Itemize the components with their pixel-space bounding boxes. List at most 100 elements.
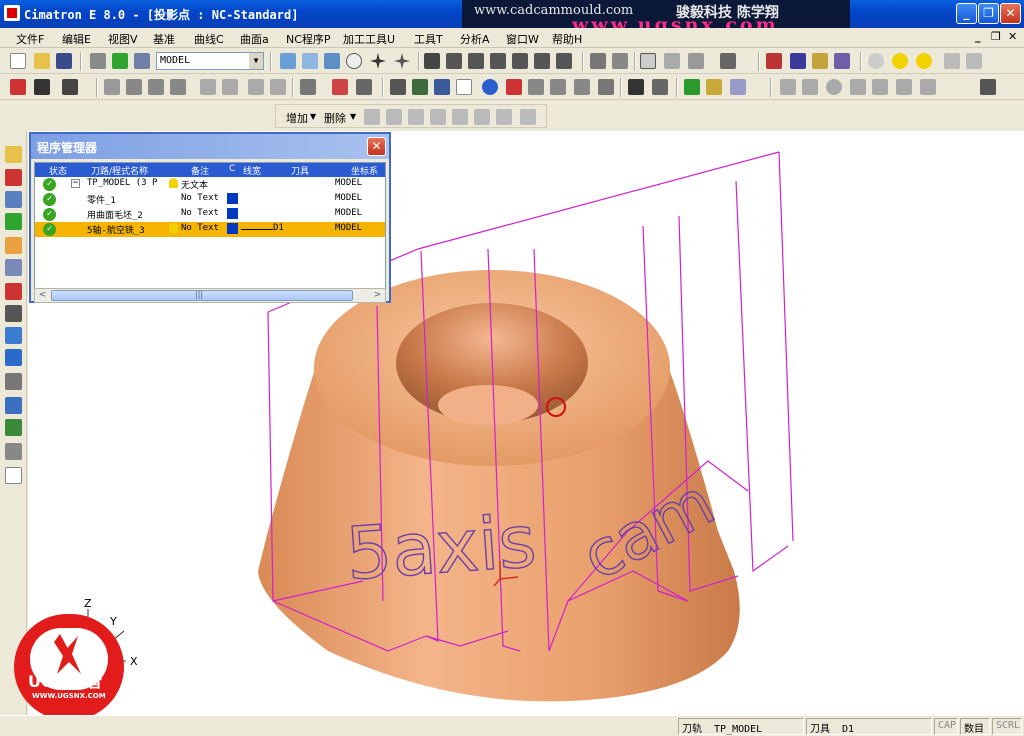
select-region-icon[interactable] [270,79,286,95]
view-bottom-icon[interactable] [534,53,550,69]
add-dropdown[interactable]: 增加 [286,110,308,126]
execute-icon[interactable] [430,109,446,125]
scroll-right-icon[interactable]: > [370,289,385,302]
menu-tools[interactable]: 工具T [414,31,443,47]
menu-machining-tools[interactable]: 加工工具U [343,31,395,47]
hide-icon[interactable] [356,79,372,95]
open-folder-icon[interactable] [34,53,50,69]
delete-dropdown[interactable]: 删除 [324,110,346,126]
trim-icon[interactable] [896,79,912,95]
line-icon[interactable] [780,79,796,95]
column-coord[interactable]: 坐标系 [351,164,378,177]
sketch-icon[interactable] [628,79,644,95]
forward-arrow-icon[interactable] [966,53,982,69]
machine-icon[interactable] [5,373,22,390]
view-left-icon[interactable] [512,53,528,69]
post-icon[interactable] [5,419,22,436]
info-icon[interactable] [482,79,498,95]
group-icon[interactable] [550,79,566,95]
set-manager-icon[interactable] [134,53,150,69]
tree-row-5axis-procedure[interactable]: ✓ 5轴-航空铣_3 No Text D1 MODEL [35,222,385,237]
ungroup-icon[interactable] [574,79,590,95]
spline-icon[interactable] [872,79,888,95]
window-cascade-icon[interactable] [790,53,806,69]
color-swatch[interactable] [227,193,238,204]
revolve-icon[interactable] [730,79,746,95]
menu-file[interactable]: 文件F [16,31,44,47]
color-swatch[interactable] [227,223,238,234]
light-on-icon[interactable] [892,53,908,69]
horizontal-scrollbar[interactable]: < ||| > [34,288,386,303]
menu-nc-program[interactable]: NC程序P [286,31,331,47]
anchor-icon[interactable] [980,79,996,95]
view-top-icon[interactable] [446,53,462,69]
view-iso-icon[interactable] [424,53,440,69]
view-dropdown-icon[interactable] [720,53,736,69]
select-points-icon[interactable] [200,79,216,95]
mdi-minimize-button[interactable]: _ [975,30,981,43]
back-arrow-icon[interactable] [944,53,960,69]
chevron-down-icon[interactable]: ▼ [350,112,356,121]
copy-procedure-icon[interactable] [386,109,402,125]
column-color[interactable]: C [229,164,235,174]
select-curves-icon[interactable] [170,79,186,95]
tree-collapse-toggle[interactable]: − [71,179,80,188]
stop-icon[interactable] [452,109,468,125]
procedure-icon[interactable] [364,109,380,125]
menu-edit[interactable]: 编辑E [62,31,91,47]
zoom-dynamic-icon[interactable] [324,53,340,69]
tree-row-part[interactable]: ✓ 零件_1 No Text MODEL [35,192,385,207]
mdi-close-button[interactable]: ✕ [1008,30,1017,43]
render-icon[interactable] [590,53,606,69]
menu-datum[interactable]: 基准 [153,31,175,47]
scroll-left-icon[interactable]: < [35,289,50,302]
pick-icon[interactable] [10,79,26,95]
run-icon[interactable] [5,305,22,322]
deselect-icon[interactable] [34,79,50,95]
post-process-icon[interactable] [496,109,512,125]
set-icon[interactable] [90,53,106,69]
rotate-icon[interactable] [394,53,410,69]
window-arrange-icon[interactable] [812,53,828,69]
simulation-icon[interactable] [5,349,22,366]
document-icon[interactable] [456,79,472,95]
menu-curve[interactable]: 曲线C [194,31,224,47]
simulate-icon[interactable] [474,109,490,125]
save-icon[interactable] [56,53,72,69]
shaded-edges-icon[interactable] [688,53,704,69]
restore-button[interactable]: ❐ [978,3,999,24]
select-loop-icon[interactable] [248,79,264,95]
window-new-icon[interactable] [834,53,850,69]
part-icon[interactable] [5,191,22,208]
select-edges-icon[interactable] [148,79,164,95]
templates-icon[interactable] [5,397,22,414]
curve-tool-icon[interactable] [652,79,668,95]
show-icon[interactable] [332,79,348,95]
extrude-icon[interactable] [706,79,722,95]
display-mode-icon[interactable] [612,53,628,69]
light-off-icon[interactable] [868,53,884,69]
blank-icon[interactable] [300,79,316,95]
program-manager-close-button[interactable]: ✕ [367,137,386,156]
close-button[interactable]: ✕ [1000,3,1021,24]
menu-view[interactable]: 视图V [108,31,138,47]
view-front-icon[interactable] [468,53,484,69]
view-back-icon[interactable] [556,53,572,69]
chevron-down-icon[interactable]: ▼ [249,53,263,69]
tree-row-tp-model[interactable]: ✓ − TP_MODEL (3 P 无文本 MODEL [35,177,385,192]
select-filter-icon[interactable] [62,79,78,95]
select-faces-icon[interactable] [126,79,142,95]
magnify-icon[interactable] [346,53,362,69]
menu-window[interactable]: 窗口W [506,31,539,47]
column-width[interactable]: 线宽 [243,164,261,177]
view-right-icon[interactable] [490,53,506,69]
color-swatch[interactable] [227,208,238,219]
wireframe-icon[interactable] [640,53,656,69]
select-all-icon[interactable] [104,79,120,95]
zoom-window-icon[interactable] [302,53,318,69]
menu-help[interactable]: 帮助H [552,31,582,47]
scroll-thumb[interactable]: ||| [51,290,353,301]
delete-procedure-icon[interactable] [5,283,22,300]
menu-analysis[interactable]: 分析A [460,31,490,47]
properties-icon[interactable] [412,79,428,95]
